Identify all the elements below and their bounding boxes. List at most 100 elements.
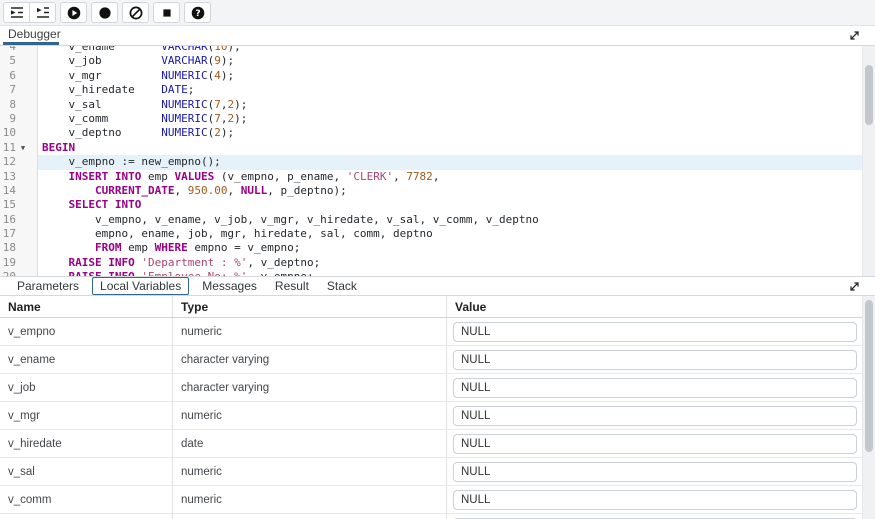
column-header-value: Value xyxy=(447,296,875,317)
variable-type-cell: numeric xyxy=(173,402,447,429)
code-text: v_sal NUMERIC(7,2); xyxy=(38,98,875,112)
toolbar-button-group xyxy=(153,2,180,23)
slashed-circle-icon xyxy=(129,6,143,20)
tab-result[interactable]: Result xyxy=(275,279,309,293)
help-circle-icon: ? xyxy=(191,6,205,20)
table-row: v_empnonumeric xyxy=(0,318,875,346)
code-text: BEGIN xyxy=(38,141,875,155)
fold-arrow-icon[interactable]: ▼ xyxy=(16,141,30,155)
stop-button[interactable] xyxy=(153,2,180,23)
step-over-button[interactable] xyxy=(29,2,56,23)
code-text: SELECT INTO xyxy=(38,198,875,212)
line-number: 5 xyxy=(0,54,16,68)
gutter-line-number[interactable]: 7 xyxy=(0,83,38,97)
code-line: 16 v_empno, v_ename, v_job, v_mgr, v_hir… xyxy=(0,213,875,227)
line-number: 19 xyxy=(0,256,16,270)
expand-icon xyxy=(848,281,861,296)
variable-name-cell: v_job xyxy=(0,374,173,401)
gutter-line-number[interactable]: 17 xyxy=(0,227,38,241)
variable-name-cell: v_sal xyxy=(0,458,173,485)
line-number: 9 xyxy=(0,112,16,126)
tab-messages[interactable]: Messages xyxy=(202,279,257,293)
toolbar-button-group xyxy=(3,2,56,23)
variable-type-cell: character varying xyxy=(173,346,447,373)
code-line: 9 v_comm NUMERIC(7,2); xyxy=(0,112,875,126)
line-number: 10 xyxy=(0,126,16,140)
code-text: v_deptno NUMERIC(2); xyxy=(38,126,875,140)
value-input[interactable] xyxy=(453,322,857,342)
maximize-editor-button[interactable] xyxy=(847,29,862,44)
step-into-icon xyxy=(10,6,24,19)
table-row: v_hiredatedate xyxy=(0,430,875,458)
grid-scrollbar[interactable] xyxy=(862,296,875,519)
grid-scrollbar-thumb[interactable] xyxy=(865,300,873,452)
help-button[interactable]: ? xyxy=(184,2,211,23)
variable-name-cell: v_hiredate xyxy=(0,430,173,457)
code-text: v_hiredate DATE; xyxy=(38,83,875,97)
value-input[interactable] xyxy=(453,378,857,398)
gutter-line-number[interactable]: 12 xyxy=(0,155,38,169)
toolbar-button-group xyxy=(91,2,118,23)
code-line: 18 FROM emp WHERE empno = v_empno; xyxy=(0,241,875,255)
line-number: 13 xyxy=(0,170,16,184)
code-text: empno, ename, job, mgr, hiredate, sal, c… xyxy=(38,227,875,241)
toolbar-button-group xyxy=(122,2,149,23)
tab-parameters[interactable]: Parameters xyxy=(17,279,79,293)
variable-name-cell: v_ename xyxy=(0,346,173,373)
gutter-line-number[interactable]: 19 xyxy=(0,256,38,270)
line-number: 4 xyxy=(0,46,16,54)
code-line: 19 RAISE INFO 'Department : %', v_deptno… xyxy=(0,256,875,270)
tab-debugger[interactable]: Debugger xyxy=(8,27,61,41)
gutter-line-number[interactable]: 10 xyxy=(0,126,38,140)
toolbar-button-group: ? xyxy=(184,2,211,23)
toggle-breakpoint-button[interactable] xyxy=(91,2,118,23)
clear-all-breakpoints-button[interactable] xyxy=(122,2,149,23)
gutter-line-number[interactable]: 14 xyxy=(0,184,38,198)
gutter-line-number[interactable]: 15 xyxy=(0,198,38,212)
variable-type-cell: numeric xyxy=(173,514,447,519)
line-number: 6 xyxy=(0,69,16,83)
value-input[interactable] xyxy=(453,434,857,454)
gutter-line-number[interactable]: 16 xyxy=(0,213,38,227)
line-number: 7 xyxy=(0,83,16,97)
gutter-line-number[interactable]: 13 xyxy=(0,170,38,184)
value-input[interactable] xyxy=(453,490,857,510)
variable-type-cell: numeric xyxy=(173,318,447,345)
line-number: 11 xyxy=(0,141,16,155)
value-input[interactable] xyxy=(453,406,857,426)
line-number: 16 xyxy=(0,213,16,227)
tab-stack[interactable]: Stack xyxy=(327,279,357,293)
gutter-line-number[interactable]: 4 xyxy=(0,46,38,54)
gutter-line-number[interactable]: 5 xyxy=(0,54,38,68)
step-into-button[interactable] xyxy=(3,2,30,23)
code-text: INSERT INTO emp VALUES (v_empno, p_ename… xyxy=(38,170,875,184)
editor-scrollbar-thumb[interactable] xyxy=(865,65,873,125)
gutter-line-number[interactable]: 8 xyxy=(0,98,38,112)
line-number: 15 xyxy=(0,198,16,212)
gutter-line-number[interactable]: 11▼ xyxy=(0,141,38,155)
code-line: 17 empno, ename, job, mgr, hiredate, sal… xyxy=(0,227,875,241)
panel-tab-bar: Debugger xyxy=(0,26,875,46)
code-line: 15 SELECT INTO xyxy=(0,198,875,212)
gutter-line-number[interactable]: 18 xyxy=(0,241,38,255)
code-line: 7 v_hiredate DATE; xyxy=(0,83,875,97)
gutter-line-number[interactable]: 6 xyxy=(0,69,38,83)
variable-type-cell: numeric xyxy=(173,458,447,485)
grid-header-row: Name Type Value xyxy=(0,296,875,318)
maximize-panel-button[interactable] xyxy=(847,280,862,295)
code-text: CURRENT_DATE, 950.00, NULL, p_deptno); xyxy=(38,184,875,198)
value-input[interactable] xyxy=(453,462,857,482)
editor-scrollbar[interactable] xyxy=(862,46,875,276)
code-line: 8 v_sal NUMERIC(7,2); xyxy=(0,98,875,112)
continue-button[interactable] xyxy=(60,2,87,23)
code-line: 13 INSERT INTO emp VALUES (v_empno, p_en… xyxy=(0,170,875,184)
value-input[interactable] xyxy=(453,350,857,370)
tab-debugger-label: Debugger xyxy=(8,27,61,41)
variable-value-cell xyxy=(447,514,875,519)
column-header-type: Type xyxy=(173,296,447,317)
variable-value-cell xyxy=(447,430,875,457)
table-row: v_deptnonumeric xyxy=(0,514,875,519)
gutter-line-number[interactable]: 9 xyxy=(0,112,38,126)
code-editor[interactable]: 4 v_ename VARCHAR(10);5 v_job VARCHAR(9)… xyxy=(0,46,875,276)
tab-local-variables[interactable]: Local Variables xyxy=(92,277,189,295)
